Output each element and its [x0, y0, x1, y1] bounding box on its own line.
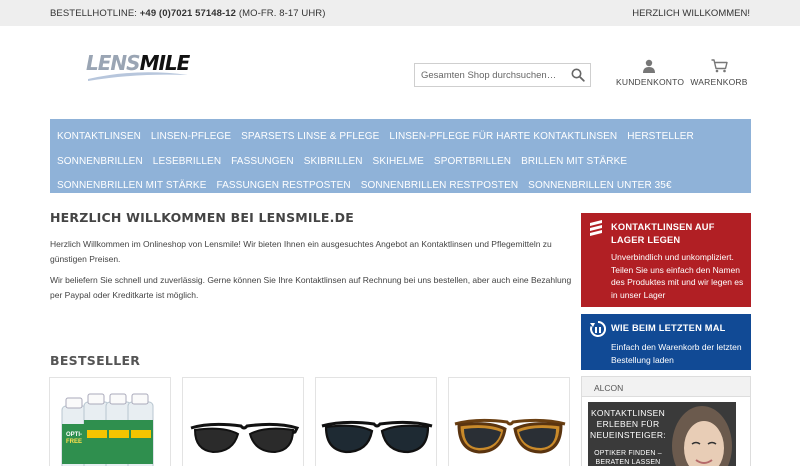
product-card[interactable]: [315, 377, 437, 466]
alcon-ad-banner[interactable]: KONTAKTLINSEN ERLEBEN FÜR NEUEINSTEIGER:…: [588, 402, 736, 466]
cart-link[interactable]: WARENKORB: [690, 59, 748, 87]
product-image-sunglasses: [321, 420, 433, 454]
top-bar: BESTELLHOTLINE: +49 (0)7021 57148-12 (MO…: [0, 0, 800, 26]
ad-portrait-image: [672, 406, 732, 466]
nav-item-fassungen-restposten[interactable]: FASSUNGEN RESTPOSTEN: [211, 174, 355, 199]
ad-subline: OPTIKER FINDEN – BERATEN LASSEN: [594, 450, 662, 466]
nav-item-kontaktlinsen[interactable]: KONTAKTLINSEN: [52, 125, 146, 150]
site-logo[interactable]: LENSMILE: [86, 52, 190, 82]
stack-icon: [590, 220, 602, 236]
welcome-message: HERZLICH WILLKOMMEN!: [632, 8, 750, 19]
nav-item-skibrillen[interactable]: SKIBRILLEN: [299, 150, 368, 175]
nav-item-lesebrillen[interactable]: LESEBRILLEN: [148, 150, 226, 175]
reorder-text: Einfach den Warenkorb der letzten Bestel…: [611, 342, 742, 365]
nav-item-fassungen[interactable]: FASSUNGEN: [226, 150, 299, 175]
reorder-box[interactable]: WIE BEIM LETZTEN MAL Einfach den Warenko…: [581, 314, 751, 370]
intro-paragraph-1: Herzlich Willkommen im Onlineshop von Le…: [50, 239, 552, 264]
product-image-sunglasses: [190, 422, 300, 454]
nav-item-sonnenbrillen-unter-35[interactable]: SONNENBRILLEN UNTER 35€: [523, 174, 676, 199]
search-input[interactable]: [415, 64, 565, 86]
product-image-solution-bottles: OPTI- FREE: [61, 393, 154, 466]
intro-paragraph-2: Wir beliefern Sie schnell und zuverlässi…: [50, 275, 572, 300]
product-card[interactable]: [448, 377, 570, 466]
product-bottle-brand: FREE: [66, 439, 82, 445]
account-label: KUNDENKONTO: [616, 77, 685, 87]
intro-text: Herzlich Willkommen im Onlineshop von Le…: [50, 237, 572, 309]
reorder-title: WIE BEIM LETZTEN MAL: [611, 323, 726, 333]
product-card[interactable]: [182, 377, 304, 466]
stock-request-title: KONTAKTLINSEN AUF LAGER LEGEN: [611, 222, 715, 245]
nav-item-hersteller[interactable]: HERSTELLER: [622, 125, 699, 150]
nav-item-sonnenbrillen-restposten[interactable]: SONNENBRILLEN RESTPOSTEN: [356, 174, 523, 199]
logo-swoosh-icon: [88, 72, 188, 81]
nav-item-sonnenbrillen-mit-staerke[interactable]: SONNENBRILLEN MIT STÄRKE: [52, 174, 211, 199]
bestseller-title: BESTSELLER: [50, 353, 141, 368]
hotline-hours: (MO-FR. 8-17 UHR): [238, 8, 326, 19]
hotline-label: BESTELLHOTLINE:: [50, 8, 138, 19]
ad-headline: KONTAKTLINSEN ERLEBEN FÜR NEUEINSTEIGER:: [590, 408, 666, 440]
user-icon: [643, 59, 655, 73]
nav-item-linsen-pflege-harte[interactable]: LINSEN-PFLEGE FÜR HARTE KONTAKTLINSEN: [384, 125, 622, 150]
alcon-label: ALCON: [582, 377, 750, 397]
nav-item-sportbrillen[interactable]: SPORTBRILLEN: [429, 150, 516, 175]
hotline-number[interactable]: +49 (0)7021 57148-12: [140, 8, 236, 19]
nav-item-sonnenbrillen[interactable]: SONNENBRILLEN: [52, 150, 148, 175]
hotline: BESTELLHOTLINE: +49 (0)7021 57148-12 (MO…: [50, 8, 326, 19]
reorder-icon: [590, 320, 607, 337]
main-navigation: KONTAKTLINSEN LINSEN-PFLEGE SPARSETS LIN…: [50, 119, 751, 193]
alcon-widget: ALCON KONTAKTLINSEN ERLEBEN FÜR NEUEINST…: [581, 376, 751, 466]
stock-request-text: Unverbindlich und unkompliziert. Teilen …: [611, 252, 744, 300]
nav-item-skihelme[interactable]: SKIHELME: [368, 150, 429, 175]
account-link[interactable]: KUNDENKONTO: [616, 59, 685, 87]
nav-item-linsen-pflege[interactable]: LINSEN-PFLEGE: [146, 125, 236, 150]
cart-icon: [711, 59, 728, 73]
product-card[interactable]: OPTI- FREE: [49, 377, 171, 466]
product-bottle-label: OPTI-: [66, 432, 82, 438]
nav-item-sparsets[interactable]: SPARSETS LINSE & PFLEGE: [236, 125, 384, 150]
stock-request-box[interactable]: KONTAKTLINSEN AUF LAGER LEGEN Unverbindl…: [581, 213, 751, 307]
product-image-sunglasses: [454, 418, 566, 454]
nav-item-brillen-mit-staerke[interactable]: BRILLEN MIT STÄRKE: [516, 150, 632, 175]
cart-label: WARENKORB: [690, 77, 748, 87]
page-title: HERZLICH WILLKOMMEN BEI LENSMILE.DE: [50, 210, 354, 225]
search-box: [414, 63, 591, 87]
search-icon[interactable]: [571, 68, 585, 82]
